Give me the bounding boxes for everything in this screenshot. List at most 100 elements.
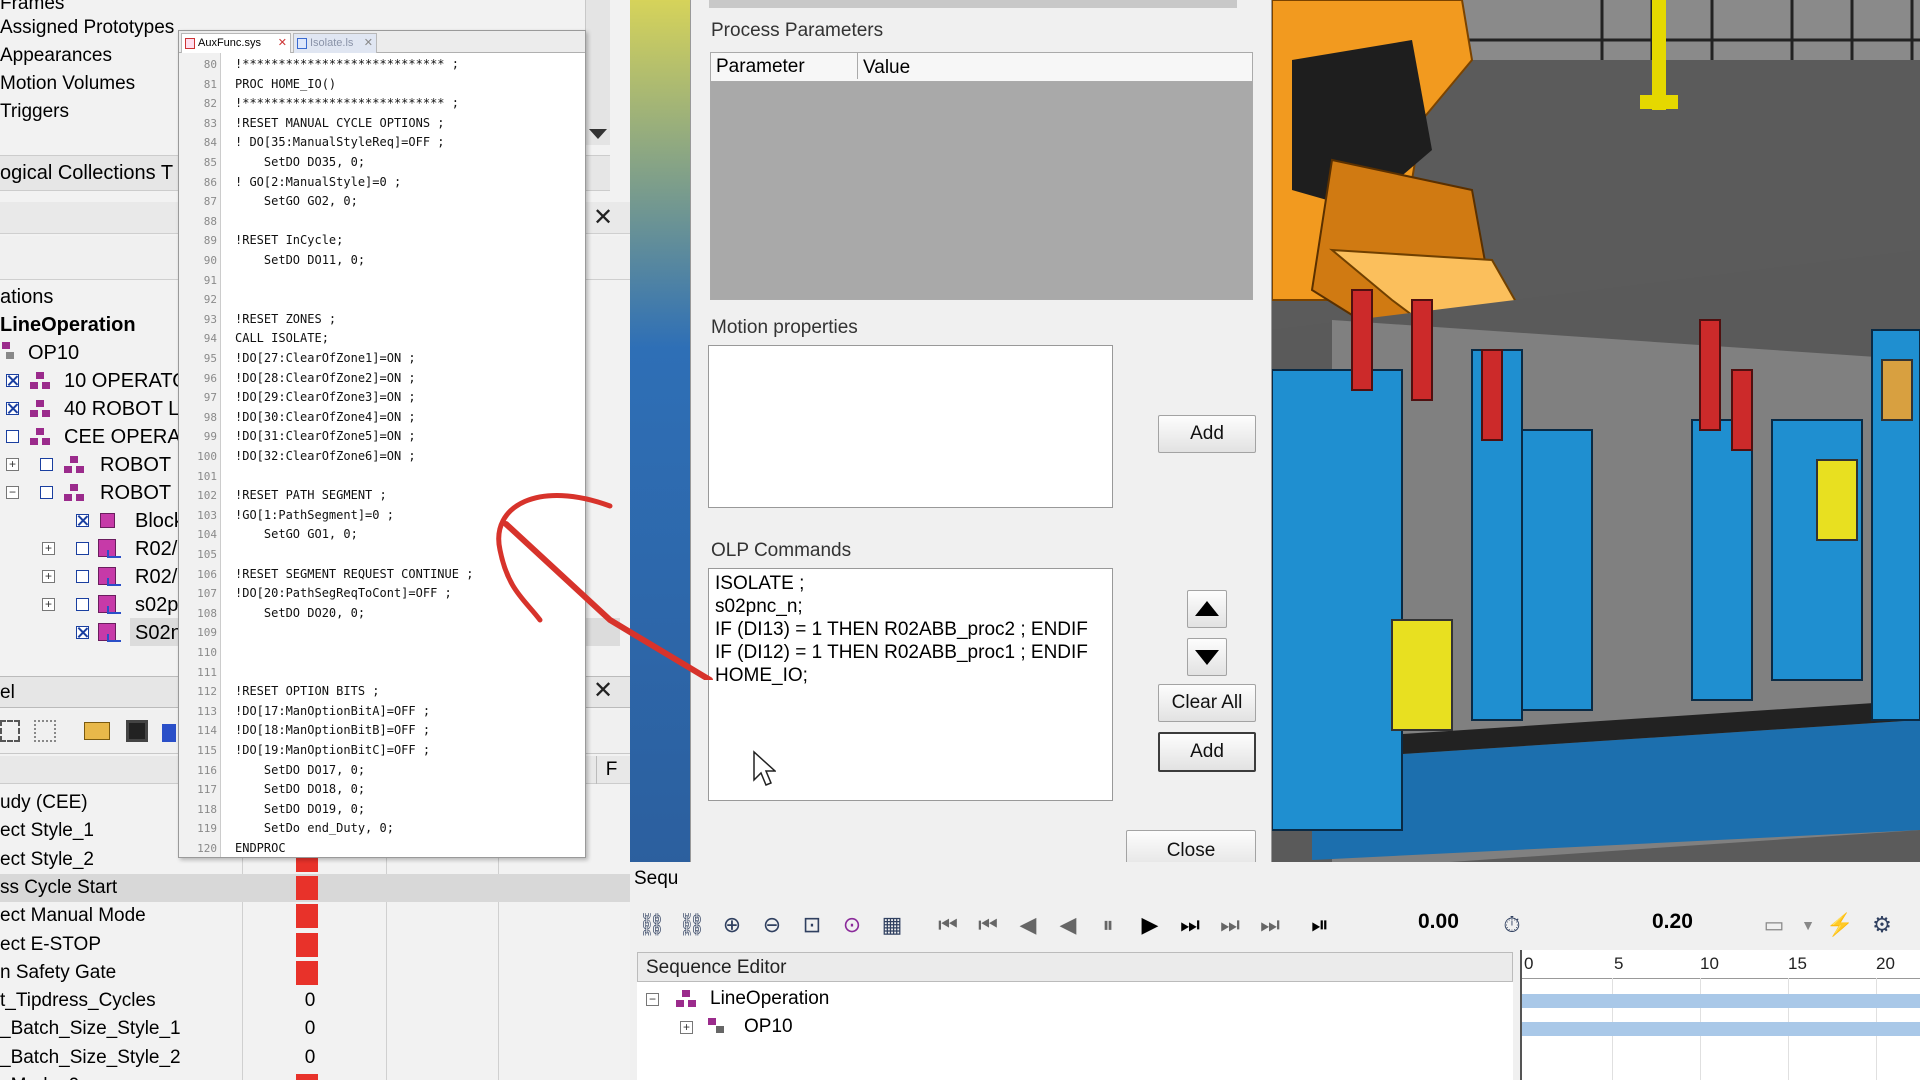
jump-end-icon[interactable]: ⏭: [1256, 911, 1284, 939]
collapse-icon[interactable]: −: [646, 993, 659, 1006]
signal-state-indicator[interactable]: [296, 960, 318, 985]
signal-row[interactable]: t_Tipdress_Cycles 0: [0, 987, 630, 1015]
gantt-bar-op10[interactable]: [1522, 1022, 1920, 1036]
open-folder-icon[interactable]: [84, 722, 110, 740]
tree-node-cee-operation[interactable]: CEE OPERA: [64, 423, 181, 451]
time-interval-icon[interactable]: ⏱: [1498, 911, 1526, 939]
checkbox[interactable]: [40, 486, 53, 499]
code-line[interactable]: 90 SetDO DO11, 0;: [179, 251, 585, 271]
checkbox[interactable]: [76, 542, 89, 555]
code-line[interactable]: 93 !RESET ZONES ;: [179, 310, 585, 330]
signal-row[interactable]: _Mode_0: [0, 1072, 630, 1080]
code-line[interactable]: 88: [179, 212, 585, 232]
code-line[interactable]: 114 !DO[18:ManOptionBitB]=OFF ;: [179, 721, 585, 741]
step-end-icon[interactable]: ⏭: [1216, 911, 1244, 939]
nav-item-motion-volumes[interactable]: Motion Volumes: [0, 70, 135, 98]
scroll-down-arrow-icon[interactable]: [589, 129, 607, 139]
tree-node-r02-2[interactable]: R02/: [135, 563, 177, 591]
tree-node-40-robot[interactable]: 40 ROBOT L: [64, 395, 179, 423]
code-line[interactable]: 120 ENDPROC: [179, 839, 585, 859]
collapse-icon[interactable]: −: [6, 486, 19, 499]
code-line[interactable]: 117 SetDO DO18, 0;: [179, 780, 585, 800]
nav-item-appearances[interactable]: Appearances: [0, 42, 112, 70]
code-line[interactable]: 100 !DO[32:ClearOfZone6]=ON ;: [179, 447, 585, 467]
zoom-selection-icon[interactable]: ⊙: [838, 911, 866, 939]
jump-start-icon[interactable]: ⏮: [934, 911, 962, 939]
expand-icon[interactable]: +: [42, 570, 55, 583]
close-icon[interactable]: ✕: [588, 676, 618, 706]
sequence-tree-op10[interactable]: OP10: [744, 1013, 793, 1041]
add-motion-button[interactable]: Add: [1158, 415, 1256, 453]
parameter-table-body[interactable]: [710, 82, 1253, 300]
signal-row[interactable]: _Batch_Size_Style_1 0: [0, 1015, 630, 1043]
code-line[interactable]: 95 !DO[27:ClearOfZone1]=ON ;: [179, 349, 585, 369]
code-line[interactable]: 118 SetDO DO19, 0;: [179, 800, 585, 820]
zoom-in-icon[interactable]: ⊕: [718, 911, 746, 939]
play-backward-icon[interactable]: ◀: [1054, 911, 1082, 939]
signal-row[interactable]: n Safety Gate: [0, 959, 630, 987]
motion-properties-list[interactable]: [708, 345, 1113, 508]
close-tab-icon[interactable]: ✕: [364, 34, 373, 52]
code-line[interactable]: 85 SetDO DO35, 0;: [179, 153, 585, 173]
event-icon[interactable]: ⚡: [1826, 911, 1854, 939]
add-command-button[interactable]: Add: [1158, 732, 1256, 772]
signal-row[interactable]: ect E-STOP: [0, 931, 630, 959]
olp-command[interactable]: HOME_IO;: [715, 664, 808, 687]
code-line[interactable]: 92: [179, 290, 585, 310]
signal-row[interactable]: ect Manual Mode: [0, 902, 630, 930]
gantt-timeline[interactable]: 0 5 10 15 20: [1520, 950, 1920, 1080]
checkbox[interactable]: [76, 514, 89, 527]
parameter-column-header[interactable]: Parameter: [716, 56, 805, 78]
play-forward-icon[interactable]: ▶: [1136, 911, 1164, 939]
code-line[interactable]: 116 SetDO DO17, 0;: [179, 761, 585, 781]
close-icon[interactable]: ✕: [588, 203, 618, 233]
new-group-icon[interactable]: [34, 720, 56, 742]
table-icon[interactable]: [162, 724, 176, 742]
code-line[interactable]: 119 SetDo end_Duty, 0;: [179, 819, 585, 839]
checkbox[interactable]: [76, 570, 89, 583]
code-line[interactable]: 115 !DO[19:ManOptionBitC]=OFF ;: [179, 741, 585, 761]
settings-icon[interactable]: ⚙: [1868, 911, 1896, 939]
code-line[interactable]: 98 !DO[30:ClearOfZone4]=ON ;: [179, 408, 585, 428]
tab-isolate[interactable]: Isolate.ls ✕: [293, 33, 377, 53]
signal-state-indicator[interactable]: [296, 904, 318, 929]
code-line[interactable]: 112 !RESET OPTION BITS ;: [179, 682, 585, 702]
sequence-tree-lineoperation[interactable]: LineOperation: [710, 985, 829, 1013]
step-forward-icon[interactable]: ⏭: [1176, 911, 1204, 939]
signal-row[interactable]: ss Cycle Start: [0, 873, 630, 902]
move-up-button[interactable]: [1187, 590, 1227, 628]
zoom-out-icon[interactable]: ⊖: [758, 911, 786, 939]
signal-row[interactable]: _Batch_Size_Style_2 0: [0, 1044, 630, 1072]
checkbox[interactable]: [6, 430, 19, 443]
code-line[interactable]: 82 !**************************** ;: [179, 94, 585, 114]
checkbox[interactable]: [6, 402, 19, 415]
save-icon[interactable]: [126, 720, 148, 742]
step-back-start-icon[interactable]: ⏮: [974, 911, 1002, 939]
tree-node-op10[interactable]: OP10: [28, 339, 79, 367]
tree-node-s02p[interactable]: s02p: [135, 591, 178, 619]
olp-command[interactable]: ISOLATE ;: [715, 572, 804, 595]
clear-all-button[interactable]: Clear All: [1158, 684, 1256, 722]
gantt-bar-lineoperation[interactable]: [1522, 994, 1920, 1008]
nav-item-triggers[interactable]: Triggers: [0, 98, 69, 126]
zoom-fit-icon[interactable]: ⊡: [798, 911, 826, 939]
code-line[interactable]: 97 !DO[29:ClearOfZone3]=ON ;: [179, 388, 585, 408]
code-line[interactable]: 113 !DO[17:ManOptionBitA]=OFF ;: [179, 702, 585, 722]
checkbox[interactable]: [6, 374, 19, 387]
dropdown-arrow-icon[interactable]: ▼: [1794, 911, 1822, 939]
step-back-icon[interactable]: ◀: [1014, 911, 1042, 939]
olp-command[interactable]: s02pnc_n;: [715, 595, 803, 618]
unlink-icon[interactable]: ⛓: [678, 911, 706, 939]
code-line[interactable]: 94 CALL ISOLATE;: [179, 329, 585, 349]
tree-node-10-operator[interactable]: 10 OPERATO: [64, 367, 188, 395]
expand-icon[interactable]: +: [42, 598, 55, 611]
tree-node-s02n-selected[interactable]: S02n: [135, 619, 182, 647]
code-line[interactable]: 86 ! GO[2:ManualStyle]=0 ;: [179, 173, 585, 193]
3d-viewport[interactable]: [1272, 0, 1920, 870]
signal-state-indicator[interactable]: [296, 875, 318, 900]
code-line[interactable]: 80 !**************************** ;: [179, 55, 585, 75]
signal-state-indicator[interactable]: [296, 1074, 318, 1080]
tree-node-r02-1[interactable]: R02/: [135, 535, 177, 563]
code-line[interactable]: 87 SetGO GO2, 0;: [179, 192, 585, 212]
nav-item-assigned-prototypes[interactable]: Assigned Prototypes: [0, 14, 174, 42]
